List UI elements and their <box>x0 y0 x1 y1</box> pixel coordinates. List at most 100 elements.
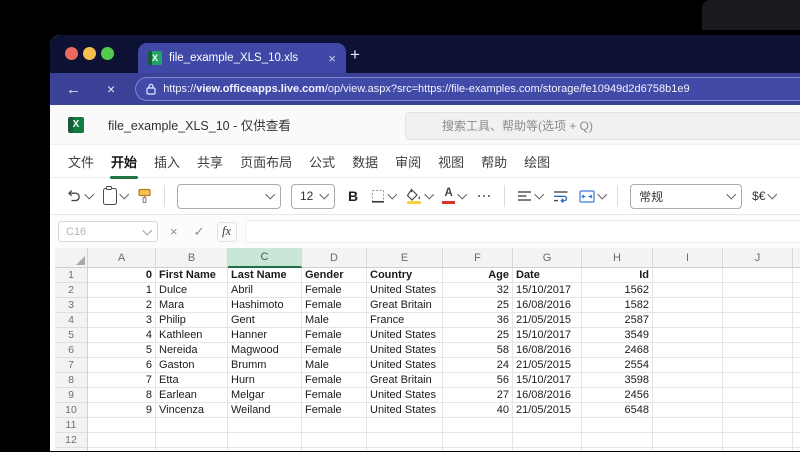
cell-E7[interactable]: United States <box>367 358 443 373</box>
cell-B9[interactable]: Earlean <box>156 388 228 403</box>
cell-F8[interactable]: 56 <box>443 373 513 388</box>
cell-A2[interactable]: 1 <box>88 283 156 298</box>
menu-tab-0[interactable]: 文件 <box>67 152 95 171</box>
undo-button[interactable] <box>66 189 94 203</box>
format-painter-button[interactable] <box>137 188 152 204</box>
column-header-C[interactable]: C <box>228 248 302 268</box>
cell-J8[interactable] <box>723 373 793 388</box>
cell-B1[interactable]: First Name <box>156 268 228 283</box>
cell-B10[interactable]: Vincenza <box>156 403 228 418</box>
cell-D6[interactable]: Female <box>302 343 367 358</box>
cell-I8[interactable] <box>653 373 723 388</box>
column-header-J[interactable]: J <box>723 248 793 268</box>
cell-I7[interactable] <box>653 358 723 373</box>
cell-E11[interactable] <box>367 418 443 433</box>
window-minimize-button[interactable] <box>83 47 96 60</box>
cell-D9[interactable]: Female <box>302 388 367 403</box>
row-header-10[interactable]: 10 <box>55 403 88 418</box>
cancel-button[interactable]: × <box>166 224 182 239</box>
row-header-9[interactable]: 9 <box>55 388 88 403</box>
cell-I11[interactable] <box>653 418 723 433</box>
cell-A12[interactable] <box>88 433 156 448</box>
cell-J5[interactable] <box>723 328 793 343</box>
cell-H5[interactable]: 3549 <box>582 328 653 343</box>
cell-F5[interactable]: 25 <box>443 328 513 343</box>
menu-tab-2[interactable]: 插入 <box>153 152 181 171</box>
cell-E4[interactable]: France <box>367 313 443 328</box>
tab-close-icon[interactable]: × <box>328 51 336 66</box>
menu-tab-3[interactable]: 共享 <box>196 152 224 171</box>
cell-J11[interactable] <box>723 418 793 433</box>
cell-C10[interactable]: Weiland <box>228 403 302 418</box>
stop-button[interactable]: × <box>107 82 115 96</box>
cell-C7[interactable]: Brumm <box>228 358 302 373</box>
cell-A9[interactable]: 8 <box>88 388 156 403</box>
cell-B4[interactable]: Philip <box>156 313 228 328</box>
cell-C8[interactable]: Hurn <box>228 373 302 388</box>
cell-J4[interactable] <box>723 313 793 328</box>
cell-J3[interactable] <box>723 298 793 313</box>
cell-B11[interactable] <box>156 418 228 433</box>
new-tab-button[interactable]: + <box>350 45 360 65</box>
paste-button[interactable] <box>102 186 129 205</box>
cell-J2[interactable] <box>723 283 793 298</box>
cell-H3[interactable]: 1582 <box>582 298 653 313</box>
menu-tab-1[interactable]: 开始 <box>110 152 139 179</box>
row-header-5[interactable]: 5 <box>55 328 88 343</box>
enter-button[interactable]: ✓ <box>190 224 209 240</box>
column-header-I[interactable]: I <box>653 248 723 268</box>
cell-F13[interactable] <box>443 448 513 451</box>
cell-C6[interactable]: Magwood <box>228 343 302 358</box>
cell-I6[interactable] <box>653 343 723 358</box>
cell-D3[interactable]: Female <box>302 298 367 313</box>
cell-A1[interactable]: 0 <box>88 268 156 283</box>
borders-button[interactable] <box>371 189 397 203</box>
cell-F12[interactable] <box>443 433 513 448</box>
row-header-2[interactable]: 2 <box>55 283 88 298</box>
cell-C11[interactable] <box>228 418 302 433</box>
cell-B8[interactable]: Etta <box>156 373 228 388</box>
row-header-6[interactable]: 6 <box>55 343 88 358</box>
cell-H2[interactable]: 1562 <box>582 283 653 298</box>
column-header-E[interactable]: E <box>367 248 443 268</box>
cell-B12[interactable] <box>156 433 228 448</box>
cell-J7[interactable] <box>723 358 793 373</box>
window-zoom-button[interactable] <box>101 47 114 60</box>
cell-A6[interactable]: 5 <box>88 343 156 358</box>
wrap-text-button[interactable] <box>553 190 569 203</box>
cell-J13[interactable] <box>723 448 793 451</box>
cell-I4[interactable] <box>653 313 723 328</box>
row-header-1[interactable]: 1 <box>55 268 88 283</box>
cell-I10[interactable] <box>653 403 723 418</box>
row-header-8[interactable]: 8 <box>55 373 88 388</box>
address-bar[interactable]: https://view.officeapps.live.com/op/view… <box>135 77 800 101</box>
cell-E1[interactable]: Country <box>367 268 443 283</box>
cell-E6[interactable]: United States <box>367 343 443 358</box>
cell-A10[interactable]: 9 <box>88 403 156 418</box>
browser-tab[interactable]: X file_example_XLS_10.xls × <box>138 43 346 73</box>
cell-H1[interactable]: Id <box>582 268 653 283</box>
cell-G9[interactable]: 16/08/2016 <box>513 388 582 403</box>
cell-B3[interactable]: Mara <box>156 298 228 313</box>
cell-E8[interactable]: Great Britain <box>367 373 443 388</box>
column-header-G[interactable]: G <box>513 248 582 268</box>
cell-B5[interactable]: Kathleen <box>156 328 228 343</box>
cell-J6[interactable] <box>723 343 793 358</box>
cell-H10[interactable]: 6548 <box>582 403 653 418</box>
cell-J9[interactable] <box>723 388 793 403</box>
cell-G10[interactable]: 21/05/2015 <box>513 403 582 418</box>
cell-H9[interactable]: 2456 <box>582 388 653 403</box>
cell-A8[interactable]: 7 <box>88 373 156 388</box>
cell-I2[interactable] <box>653 283 723 298</box>
cell-A13[interactable] <box>88 448 156 451</box>
window-close-button[interactable] <box>65 47 78 60</box>
cell-A11[interactable] <box>88 418 156 433</box>
cell-I9[interactable] <box>653 388 723 403</box>
menu-tab-4[interactable]: 页面布局 <box>239 152 293 171</box>
cell-C5[interactable]: Hanner <box>228 328 302 343</box>
cell-J10[interactable] <box>723 403 793 418</box>
cell-B7[interactable]: Gaston <box>156 358 228 373</box>
row-header-11[interactable]: 11 <box>55 418 88 433</box>
menu-tab-7[interactable]: 审阅 <box>394 152 422 171</box>
row-header-7[interactable]: 7 <box>55 358 88 373</box>
